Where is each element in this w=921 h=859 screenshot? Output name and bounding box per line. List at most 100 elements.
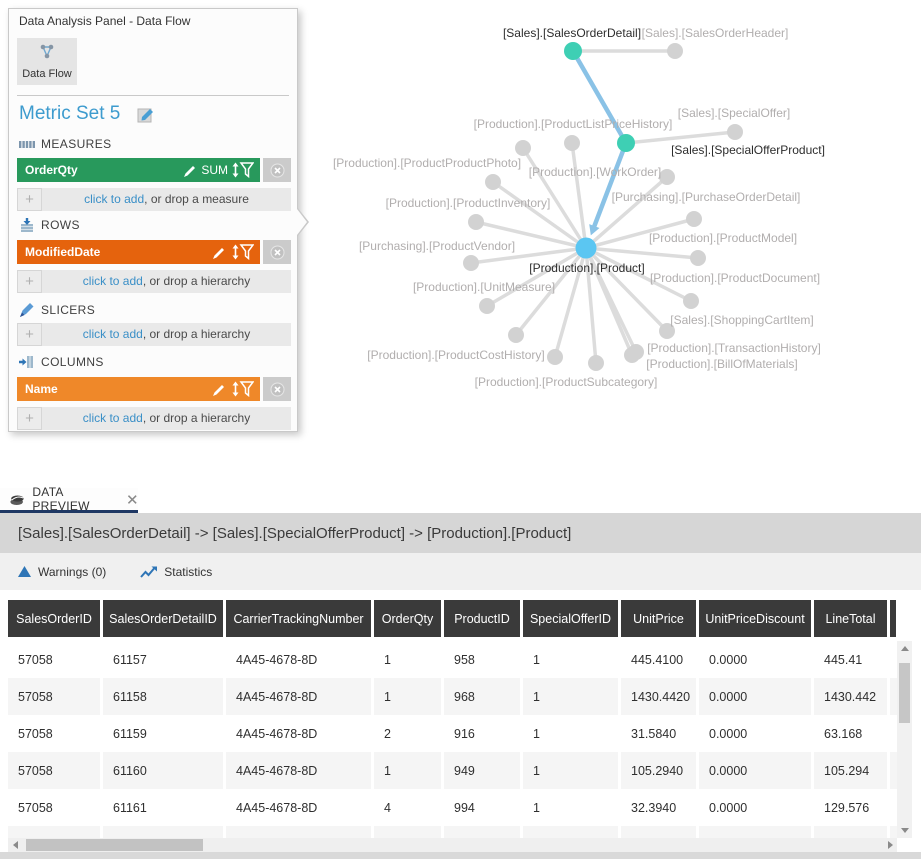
header-cell-SalesOrderID[interactable]: SalesOrderID (8, 600, 100, 637)
header-cell-OrderQty[interactable]: OrderQty (374, 600, 441, 637)
sort-filter-icon[interactable] (232, 381, 254, 397)
add-column-plus-button[interactable]: + (17, 407, 42, 430)
pencil-icon[interactable] (213, 246, 226, 259)
row-remove-button[interactable] (263, 240, 291, 264)
measure-pill-orderqty[interactable]: OrderQty SUM (17, 158, 260, 182)
graph-node-product-subcategory[interactable] (588, 355, 604, 371)
measure-name: OrderQty (25, 163, 78, 177)
data-flow-tool-button[interactable]: Data Flow (17, 38, 77, 85)
pencil-icon[interactable] (184, 164, 197, 177)
table-cell: 105.294 (814, 752, 887, 789)
graph-node-product-product-photo[interactable] (485, 174, 501, 190)
scroll-down-button[interactable] (897, 823, 912, 838)
aggregator-label: SUM (201, 163, 228, 177)
table-cell: 129.576 (814, 789, 887, 826)
header-cell-ProductID[interactable]: ProductID (444, 600, 520, 637)
graph-node-node-a[interactable] (515, 140, 531, 156)
column-pill-name[interactable]: Name (17, 377, 260, 401)
graph-node-unit-measure[interactable] (479, 298, 495, 314)
horizontal-scrollbar[interactable] (8, 838, 897, 852)
sort-filter-icon[interactable] (232, 162, 254, 178)
graph-node-special-offer[interactable] (727, 124, 743, 140)
graph-node-product-document[interactable] (683, 293, 699, 309)
table-cell: 61161 (103, 789, 223, 826)
pencil-icon[interactable] (213, 383, 226, 396)
graph-node-node-b[interactable] (508, 327, 524, 343)
graph-node-product[interactable] (576, 238, 597, 259)
tab-data-preview[interactable]: DATA PREVIEW (0, 488, 138, 513)
header-cell-UnitPrice[interactable]: UnitPrice (621, 600, 696, 637)
graph-node-product-model[interactable] (690, 250, 706, 266)
scroll-left-button[interactable] (8, 838, 22, 852)
table-cell: 1 (523, 678, 618, 715)
graph-node-product-cost-history[interactable] (547, 349, 563, 365)
slicers-section-header: SLICERS (19, 302, 95, 318)
sort-filter-icon[interactable] (232, 244, 254, 260)
scroll-right-button[interactable] (883, 838, 897, 852)
table-cell: 57058 (8, 715, 100, 752)
add-measure-row: + click to add, or drop a measure (17, 188, 291, 211)
add-row-hint[interactable]: click to add, or drop a hierarchy (42, 270, 291, 293)
remove-circle-x-icon (270, 163, 285, 178)
table-cell: 445.4100 (621, 641, 696, 678)
add-measure-plus-button[interactable]: + (17, 188, 42, 211)
row-pill-modifieddate[interactable]: ModifiedDate (17, 240, 260, 264)
add-slicer-row: + click to add, or drop a hierarchy (17, 323, 291, 346)
statistics-button[interactable]: Statistics (140, 565, 212, 579)
tab-close-icon[interactable] (127, 494, 138, 505)
table-row: 57058611574A45-4678-8D19581445.41000.000… (8, 641, 898, 678)
statistics-icon (140, 566, 157, 578)
table-cell: 2 (374, 715, 441, 752)
graph-node-product-vendor[interactable] (463, 255, 479, 271)
graph-node-product-inventory[interactable] (468, 214, 484, 230)
columns-section-header: COLUMNS (19, 355, 104, 369)
warnings-button[interactable]: Warnings (0) (18, 565, 106, 579)
horizontal-scroll-thumb[interactable] (26, 839, 203, 851)
table-cell: 31.5840 (621, 715, 696, 752)
add-row-plus-button[interactable]: + (17, 270, 42, 293)
measures-section-header: MEASURES (19, 137, 112, 151)
header-cell-SalesOrderDetailID[interactable]: SalesOrderDetailID (103, 600, 223, 637)
graph-node-work-order[interactable] (659, 169, 675, 185)
table-cell: 0.0000 (699, 678, 811, 715)
header-cell-CarrierTrackingNumber[interactable]: CarrierTrackingNumber (226, 600, 371, 637)
header-cell-UnitPriceDiscount[interactable]: UnitPriceDiscount (699, 600, 811, 637)
scroll-up-button[interactable] (897, 641, 912, 656)
measures-icon (19, 139, 35, 150)
graph-node-product-list-price-history[interactable] (564, 135, 580, 151)
header-cell-SpecialOfferID[interactable]: SpecialOfferID (523, 600, 618, 637)
column-remove-button[interactable] (263, 377, 291, 401)
add-column-row: + click to add, or drop a hierarchy (17, 407, 291, 430)
metric-set-edit-button[interactable] (137, 105, 157, 128)
table-cell: 61159 (103, 715, 223, 752)
graph-node-bill-of-materials[interactable] (624, 347, 640, 363)
remove-circle-x-icon (270, 245, 285, 260)
add-measure-hint[interactable]: click to add, or drop a measure (42, 188, 291, 211)
graph-node-purchase-order-detail[interactable] (686, 211, 702, 227)
data-preview-table: SalesOrderIDSalesOrderDetailIDCarrierTra… (8, 600, 898, 838)
preview-tabbar: DATA PREVIEW (0, 488, 921, 513)
table-cell: 61157 (103, 641, 223, 678)
table-cell: 0.0000 (699, 789, 811, 826)
graph-node-special-offer-product[interactable] (617, 134, 635, 152)
graph-node-shopping-cart-item[interactable] (659, 323, 675, 339)
measure-remove-button[interactable] (263, 158, 291, 182)
table-cell: 4 (374, 789, 441, 826)
vertical-scrollbar[interactable] (897, 641, 912, 838)
table-body: 57058611574A45-4678-8D19581445.41000.000… (8, 641, 898, 838)
graph-node-sales-order-detail[interactable] (564, 42, 582, 60)
table-cell: 4A45-4678-8D (226, 678, 371, 715)
slicers-icon (19, 302, 35, 318)
table-cell: 4A45-4678-8D (226, 789, 371, 826)
add-slicer-plus-button[interactable]: + (17, 323, 42, 346)
join-path-breadcrumb: [Sales].[SalesOrderDetail] -> [Sales].[S… (0, 513, 921, 553)
table-cell: 0.0000 (699, 641, 811, 678)
graph-node-sales-order-header[interactable] (667, 43, 683, 59)
header-cell-clipped[interactable] (890, 600, 896, 637)
column-name: Name (25, 382, 58, 396)
add-slicer-hint[interactable]: click to add, or drop a hierarchy (42, 323, 291, 346)
table-cell: 0.0000 (699, 752, 811, 789)
vertical-scroll-thumb[interactable] (899, 663, 910, 723)
header-cell-LineTotal[interactable]: LineTotal (814, 600, 887, 637)
add-column-hint[interactable]: click to add, or drop a hierarchy (42, 407, 291, 430)
